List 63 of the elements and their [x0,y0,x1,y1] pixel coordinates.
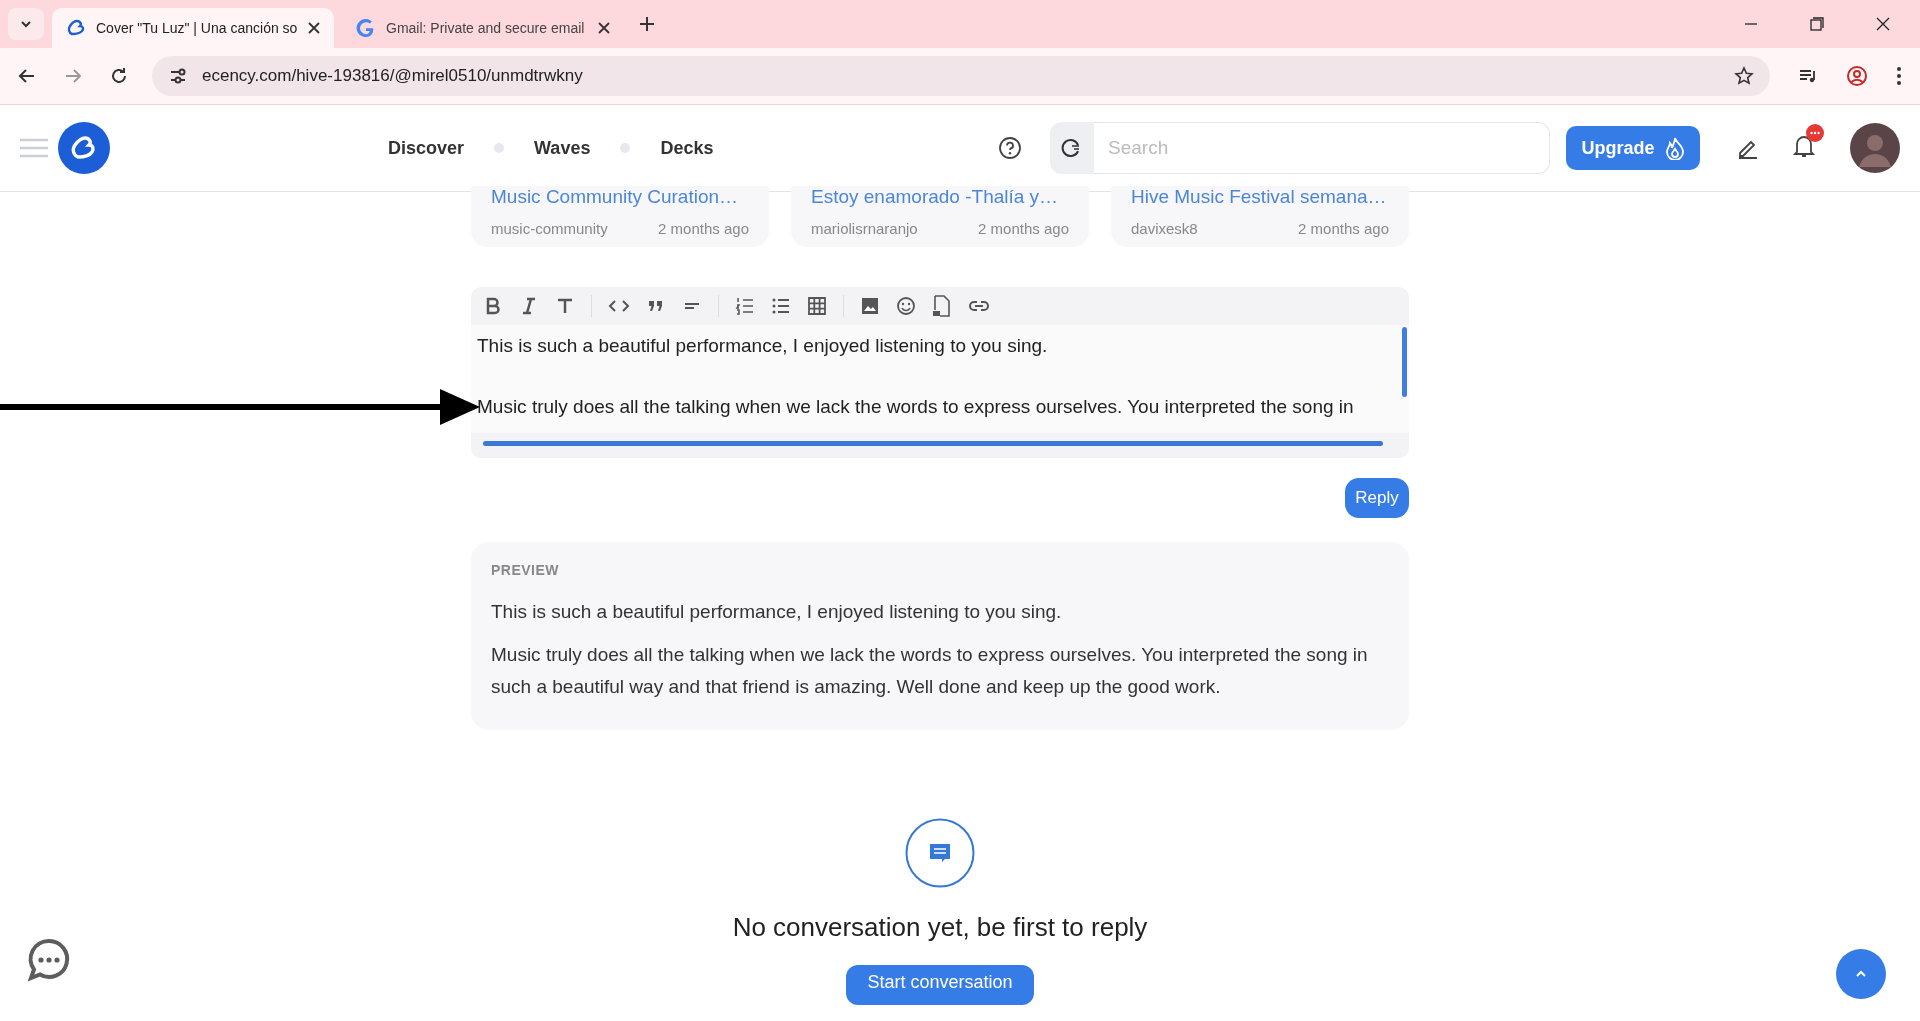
browser-tab[interactable]: Gmail: Private and secure email [342,8,624,48]
preview-paragraph: Music truly does all the talking when we lack the words to express ourselves. You interpreted the song in such a beautiful way and that friend is amazing. Well done and keep up the good work. [491,643,1369,699]
post-title-link[interactable]: Music Community Curation… [491,186,749,208]
ecency-logo-icon[interactable] [58,122,110,174]
bell-icon[interactable] [1792,133,1816,159]
reply-button[interactable]: Reply [1345,478,1409,518]
close-icon[interactable] [1876,17,1890,31]
nav-link[interactable]: Discover [388,137,465,159]
preview-label: PREVIEW [491,562,561,578]
post-time: 2 months ago [1298,220,1389,237]
comment-icon [905,818,975,889]
scroll-to-top-button[interactable] [1836,949,1886,999]
author-name: davixesk8 [1131,220,1198,237]
separator-dot [494,143,505,153]
nav-link[interactable]: Decks [660,137,714,159]
address-bar[interactable]: ecency.com/hive-193816/@mirel0510/unmdtrwkny [152,56,1770,96]
start-conversation-button[interactable]: Start conversation [846,965,1034,1006]
profile-icon[interactable] [1846,65,1868,87]
flame-icon [1664,136,1685,160]
site-settings-icon[interactable] [168,66,188,86]
upgrade-button[interactable]: Upgrade [1566,126,1700,170]
forward-icon[interactable] [64,67,82,85]
text-size-icon[interactable] [555,296,575,316]
post-title-link[interactable]: Estoy enamorado -Thalía y… [811,186,1069,208]
related-post-card[interactable]: Estoy enamorado -Thalía y… mariolisrnaranjo 2 months ago [791,186,1089,247]
close-icon[interactable] [598,22,610,34]
table-icon[interactable] [807,296,827,316]
search-field[interactable]: Search [1094,122,1550,174]
numbered-list-icon[interactable] [735,296,755,316]
close-icon[interactable] [308,22,320,34]
browser-tab[interactable]: Cover "Tu Luz" | Una canción so [52,8,334,48]
preview-paragraph: This is such a beautiful performance, I enjoyed listening to you sing. [491,600,1063,624]
avatar-icon[interactable] [1850,123,1900,173]
gif-file-icon[interactable] [932,294,952,318]
search-button[interactable] [1050,122,1094,174]
star-icon[interactable] [1734,66,1754,86]
empty-state-message: No conversation yet, be first to reply [732,912,1148,944]
smiley-icon[interactable] [896,296,916,316]
related-post-card[interactable]: Music Community Curation… music-community 2 months ago [471,186,769,247]
related-post-card[interactable]: Hive Music Festival semana… davixesk8 2 months ago [1111,186,1409,247]
post-title-link[interactable]: Hive Music Festival semana… [1131,186,1389,208]
author-name: music-community [491,220,608,237]
separator-dot [620,143,631,153]
scrollbar-thumb[interactable] [1402,327,1407,397]
post-time: 2 months ago [978,220,1069,237]
nav-link[interactable]: Waves [534,137,591,159]
more-options-icon[interactable] [1896,66,1902,86]
author-name: mariolisrnaranjo [811,220,918,237]
comment-input-field[interactable]: This is such a beautiful performance, I enjoyed listening to you sing. Music truly does all the talking when we lack the words to express ourselves. You interpreted the song in [471,325,1409,433]
tab-title: Gmail: Private and secure email [386,20,586,36]
plus-icon [639,16,655,32]
reload-icon[interactable] [110,67,128,85]
help-icon[interactable] [998,136,1022,160]
image-icon[interactable] [860,296,880,316]
bullet-list-icon[interactable] [771,296,791,316]
back-icon[interactable] [18,67,36,85]
notification-badge-icon [1806,124,1824,142]
restore-icon[interactable] [1810,17,1824,31]
post-time: 2 months ago [658,220,749,237]
url-text: ecency.com/hive-193816/@mirel0510/unmdtrwkny [202,66,583,86]
tab-title: Cover "Tu Luz" | Una canción so [96,20,298,36]
google-g-icon [356,18,376,38]
ecency-logo-icon [66,18,86,38]
